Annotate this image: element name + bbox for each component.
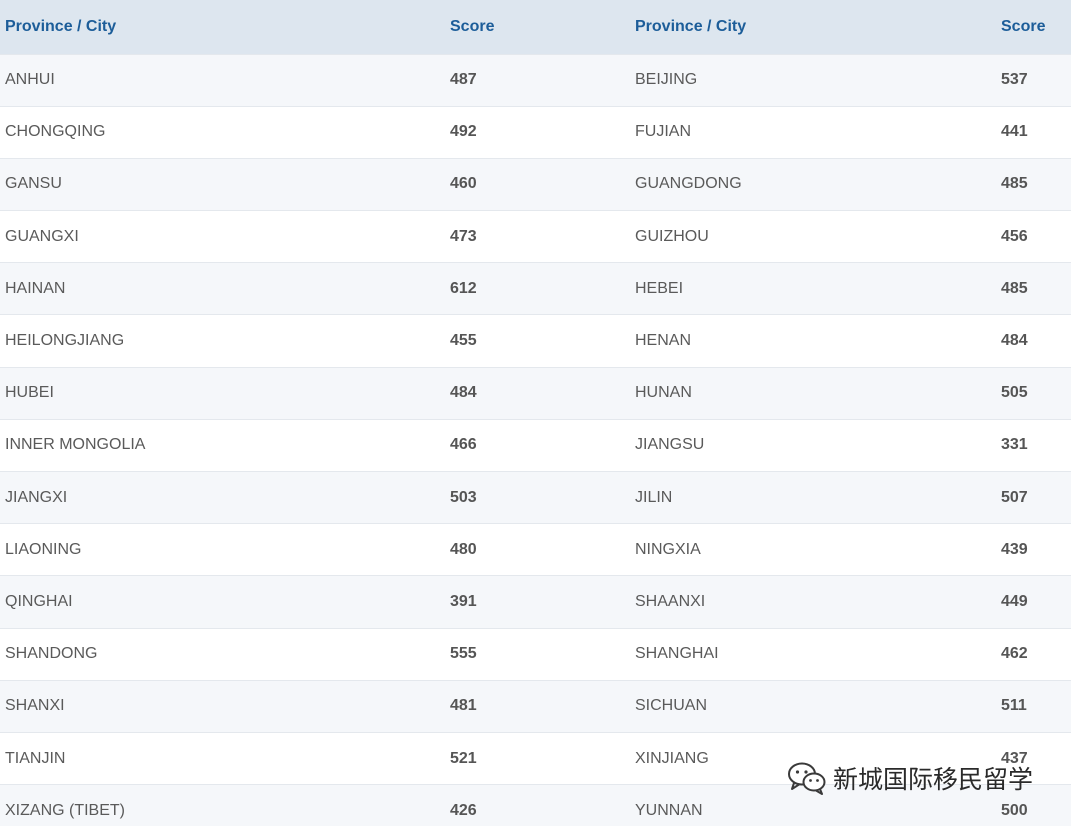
- province-name-left: SHANXI: [5, 697, 65, 715]
- score-right: 500: [1001, 801, 1028, 819]
- province-name-left: HUBEI: [5, 384, 54, 402]
- score-right: 485: [1001, 175, 1028, 193]
- score-right: 437: [1001, 749, 1028, 767]
- score-right: 456: [1001, 227, 1028, 245]
- table-row: XIZANG (TIBET) 426 YUNNAN 500: [0, 784, 1071, 826]
- score-right: 462: [1001, 645, 1028, 663]
- province-name-left: CHONGQING: [5, 123, 106, 141]
- score-left: 426: [450, 801, 477, 819]
- table-row: SHANDONG 555 SHANGHAI 462: [0, 628, 1071, 681]
- table-row: LIAONING 480 NINGXIA 439: [0, 523, 1071, 576]
- table-body: ANHUI 487 BEIJING 537 CHONGQING 492 FUJIAN 441 G…: [0, 54, 1071, 826]
- province-name-left: SHANDONG: [5, 645, 98, 663]
- table-row: HAINAN 612 HEBEI 485: [0, 262, 1071, 315]
- province-name-right: GUANGDONG: [635, 175, 742, 193]
- score-right: 439: [1001, 540, 1028, 558]
- table-row: HUBEI 484 HUNAN 505: [0, 367, 1071, 420]
- header-province-city-left[interactable]: Province / City: [0, 0, 445, 54]
- score-right: 484: [1001, 332, 1028, 350]
- province-name-left: TIANJIN: [5, 749, 66, 767]
- score-right: 507: [1001, 488, 1028, 506]
- score-left: 612: [450, 279, 477, 297]
- province-name-right: SHANGHAI: [635, 645, 719, 663]
- province-name-right: HEBEI: [635, 279, 684, 297]
- score-table: Province / City Score Province / City Sc…: [0, 0, 1071, 826]
- province-name-left: HEILONGJIANG: [5, 332, 125, 350]
- table-row: GUANGXI 473 GUIZHOU 456: [0, 210, 1071, 263]
- province-name-left: JIANGXI: [5, 488, 68, 506]
- province-name-right: JIANGSU: [635, 436, 705, 454]
- province-name-right: HUNAN: [635, 384, 692, 402]
- score-left: 481: [450, 697, 477, 715]
- score-right: 511: [1001, 697, 1027, 715]
- province-name-right: FUJIAN: [635, 123, 691, 141]
- province-name-left: QINGHAI: [5, 592, 73, 610]
- table-header: Province / City Score Province / City Sc…: [0, 0, 1071, 54]
- table-row: QINGHAI 391 SHAANXI 449: [0, 575, 1071, 629]
- score-left: 484: [450, 384, 477, 402]
- table-row: HEILONGJIANG 455 HENAN 484: [0, 314, 1071, 368]
- province-name-left: INNER MONGOLIA: [5, 436, 146, 454]
- province-name-right: YUNNAN: [635, 801, 703, 819]
- score-left: 487: [450, 71, 477, 89]
- score-right: 537: [1001, 71, 1028, 89]
- table-row: CHONGQING 492 FUJIAN 441: [0, 106, 1071, 159]
- score-left: 473: [450, 227, 477, 245]
- score-left: 466: [450, 436, 477, 454]
- page: Province / City Score Province / City Sc…: [0, 0, 1071, 826]
- province-name-right: GUIZHOU: [635, 227, 709, 245]
- table-row: SHANXI 481 SICHUAN 511: [0, 680, 1071, 733]
- score-right: 441: [1001, 123, 1028, 141]
- score-left: 555: [450, 645, 477, 663]
- table-row: INNER MONGOLIA 466 JIANGSU 331: [0, 419, 1071, 472]
- header-province-city-right[interactable]: Province / City: [630, 0, 996, 54]
- header-row: Province / City Score Province / City Sc…: [0, 0, 1071, 54]
- province-name-left: LIAONING: [5, 540, 82, 558]
- score-right: 449: [1001, 592, 1028, 610]
- province-name-left: XIZANG (TIBET): [5, 801, 125, 819]
- province-name-right: BEIJING: [635, 71, 698, 89]
- score-right: 485: [1001, 279, 1028, 297]
- score-left: 455: [450, 332, 477, 350]
- province-name-right: SHAANXI: [635, 592, 706, 610]
- score-left: 503: [450, 488, 477, 506]
- province-name-right: HENAN: [635, 332, 692, 350]
- province-name-right: JILIN: [635, 488, 673, 506]
- score-left: 391: [450, 592, 477, 610]
- header-score-left[interactable]: Score: [445, 0, 630, 54]
- province-name-right: SICHUAN: [635, 697, 708, 715]
- score-left: 480: [450, 540, 477, 558]
- province-name-left: GANSU: [5, 175, 62, 193]
- province-name-right: NINGXIA: [635, 540, 701, 558]
- header-score-right[interactable]: Score: [996, 0, 1071, 54]
- score-left: 492: [450, 123, 477, 141]
- province-name-left: GUANGXI: [5, 227, 79, 245]
- province-name-left: HAINAN: [5, 279, 66, 297]
- score-left: 521: [450, 749, 477, 767]
- table-row: TIANJIN 521 XINJIANG 437: [0, 732, 1071, 785]
- score-right: 331: [1001, 436, 1028, 454]
- table-row: ANHUI 487 BEIJING 537: [0, 54, 1071, 107]
- province-name-left: ANHUI: [5, 71, 55, 89]
- score-right: 505: [1001, 384, 1028, 402]
- score-left: 460: [450, 175, 477, 193]
- province-name-right: XINJIANG: [635, 749, 709, 767]
- table-row: JIANGXI 503 JILIN 507: [0, 471, 1071, 524]
- table-row: GANSU 460 GUANGDONG 485: [0, 158, 1071, 211]
